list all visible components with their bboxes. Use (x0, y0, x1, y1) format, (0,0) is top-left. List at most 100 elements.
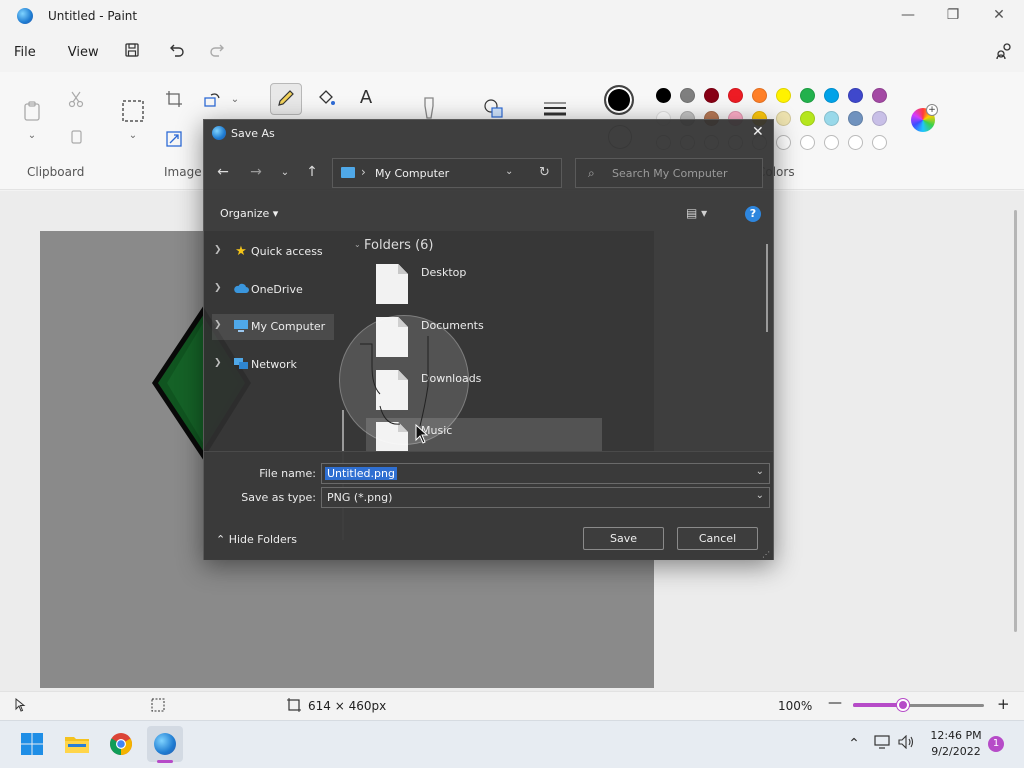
nav-item-quick-access[interactable]: ❯ ★ Quick access (212, 239, 334, 265)
custom-color-slot[interactable] (776, 135, 791, 150)
chevron-up-icon: ⌃ (216, 533, 229, 546)
collapse-group-icon[interactable]: ⌄ (354, 240, 361, 249)
cut-icon[interactable] (65, 90, 87, 113)
add-color-icon[interactable]: + (926, 104, 938, 116)
save-as-type-value[interactable]: PNG (*.png) (327, 491, 392, 504)
expand-chevron-icon[interactable]: ❯ (214, 283, 222, 293)
nav-item-onedrive[interactable]: ❯ OneDrive (212, 277, 334, 303)
paint-app-icon (17, 8, 33, 24)
file-name-input[interactable]: Untitled.png ⌄ (321, 463, 770, 484)
zoom-in-icon[interactable]: + (997, 695, 1010, 713)
color-swatch[interactable] (704, 88, 719, 103)
copy-icon[interactable] (65, 128, 87, 151)
save-icon[interactable] (123, 42, 141, 60)
search-box[interactable]: ⌕ Search My Computer (575, 158, 763, 188)
text-icon[interactable]: A (355, 88, 377, 108)
resize-grip-icon[interactable]: ⋰ (762, 550, 770, 559)
custom-color-slot[interactable] (800, 135, 815, 150)
hide-folders-button[interactable]: ⌃ Hide Folders (216, 533, 297, 546)
up-arrow-icon[interactable]: ↑ (302, 164, 322, 180)
organize-button[interactable]: Organize ▾ (220, 207, 278, 220)
redo-icon[interactable] (208, 42, 226, 60)
menu-file[interactable]: File (12, 41, 38, 64)
share-icon[interactable] (995, 42, 1013, 60)
dialog-close-icon[interactable]: ✕ (752, 124, 764, 140)
select-dropdown-icon[interactable]: ⌄ (122, 126, 144, 146)
folders-group-header[interactable]: Folders (6) (364, 238, 434, 253)
taskbar-clock[interactable]: 12:46 PM 9/2/2022 (925, 728, 987, 760)
save-as-type-select[interactable]: PNG (*.png) ⌄ (321, 487, 770, 508)
custom-color-slot[interactable] (872, 135, 887, 150)
file-list-scrollbar[interactable] (766, 244, 768, 332)
menu-view[interactable]: View (66, 41, 101, 64)
expand-chevron-icon[interactable]: ❯ (214, 245, 222, 255)
close-button[interactable]: ✕ (976, 0, 1022, 30)
recent-locations-icon[interactable]: ⌄ (275, 167, 295, 178)
forward-arrow-icon[interactable]: → (246, 164, 266, 180)
paint-taskbar-button[interactable] (147, 726, 183, 762)
show-hidden-icons-chevron-icon[interactable]: ⌃ (845, 735, 863, 753)
color-swatch[interactable] (848, 88, 863, 103)
color-swatch[interactable] (824, 88, 839, 103)
color-swatch[interactable] (656, 88, 671, 103)
nav-item-my-computer[interactable]: ❯ My Computer (212, 314, 334, 340)
maximize-button[interactable]: ❐ (930, 0, 976, 30)
back-arrow-icon[interactable]: ← (213, 164, 233, 180)
color-swatch[interactable] (680, 88, 695, 103)
address-bar[interactable]: › My Computer ⌄ ↻ (332, 158, 562, 188)
resize-icon[interactable] (163, 130, 185, 153)
crop-icon[interactable] (163, 90, 185, 113)
canvas-scrollbar[interactable] (1014, 210, 1017, 632)
select-icon[interactable] (121, 99, 144, 128)
color-swatch[interactable] (776, 111, 791, 126)
color-swatch[interactable] (728, 88, 743, 103)
save-button[interactable]: Save (583, 527, 664, 550)
custom-color-slot[interactable] (824, 135, 839, 150)
file-name-dropdown-icon[interactable]: ⌄ (756, 466, 764, 477)
cancel-button[interactable]: Cancel (677, 527, 758, 550)
rotate-icon[interactable] (202, 90, 224, 113)
chrome-button[interactable] (103, 726, 139, 762)
chrome-icon (110, 733, 132, 755)
undo-icon[interactable] (168, 42, 186, 60)
address-dropdown-icon[interactable]: ⌄ (505, 166, 513, 177)
computer-icon (341, 167, 355, 178)
change-view-icon[interactable]: ▤ ▾ (686, 206, 707, 220)
expand-chevron-icon[interactable]: ❯ (214, 358, 222, 368)
color-swatch[interactable] (872, 111, 887, 126)
color-swatch[interactable] (872, 88, 887, 103)
rotate-dropdown-icon[interactable]: ⌄ (224, 90, 246, 110)
zoom-slider-thumb[interactable] (897, 699, 909, 711)
file-explorer-button[interactable] (59, 726, 95, 762)
nav-item-network[interactable]: ❯ Network (212, 352, 334, 378)
primary-color-swatch[interactable] (604, 85, 634, 115)
help-icon[interactable]: ? (745, 206, 761, 222)
folder-item-desktop[interactable]: Desktop (366, 260, 602, 306)
paste-dropdown-icon[interactable]: ⌄ (21, 126, 43, 146)
canvas-size-icon (287, 698, 301, 715)
color-swatch[interactable] (800, 111, 815, 126)
color-swatch[interactable] (824, 111, 839, 126)
save-as-type-label: Save as type: (241, 491, 316, 504)
notification-badge[interactable]: 1 (988, 736, 1004, 752)
color-swatch[interactable] (848, 111, 863, 126)
start-button[interactable] (14, 726, 50, 762)
save-as-type-dropdown-icon[interactable]: ⌄ (756, 490, 764, 501)
search-icon: ⌕ (588, 166, 595, 180)
address-text[interactable]: My Computer (375, 167, 449, 180)
color-swatch[interactable] (776, 88, 791, 103)
minimize-button[interactable]: — (885, 0, 931, 30)
expand-chevron-icon[interactable]: ❯ (214, 320, 222, 330)
folder-label: Desktop (421, 266, 467, 279)
custom-color-slot[interactable] (848, 135, 863, 150)
color-swatch[interactable] (752, 88, 767, 103)
network-status-icon[interactable] (873, 735, 891, 753)
menu-bar: File View (0, 32, 1024, 72)
paste-icon[interactable] (21, 100, 43, 127)
volume-icon[interactable] (898, 734, 916, 753)
file-name-value[interactable]: Untitled.png (325, 467, 397, 480)
fill-icon[interactable] (315, 88, 337, 113)
zoom-out-icon[interactable]: — (828, 695, 842, 711)
refresh-icon[interactable]: ↻ (539, 165, 550, 180)
color-swatch[interactable] (800, 88, 815, 103)
